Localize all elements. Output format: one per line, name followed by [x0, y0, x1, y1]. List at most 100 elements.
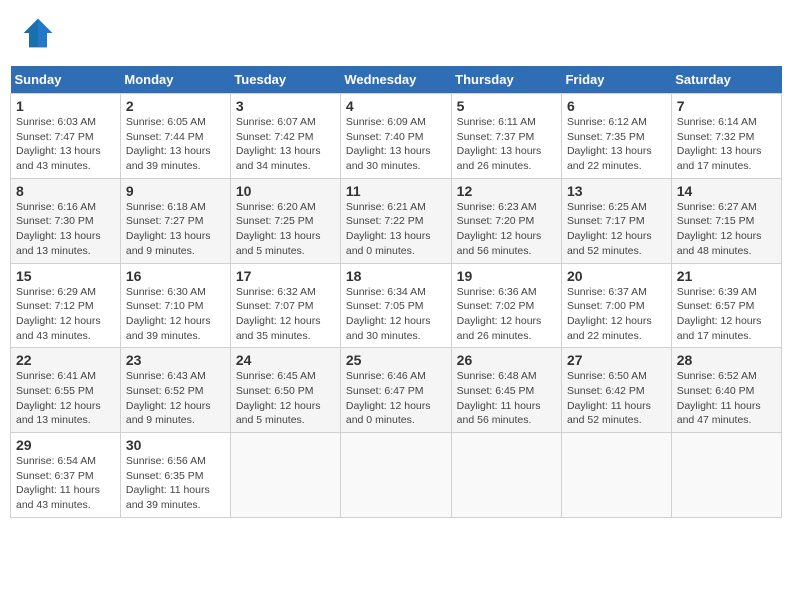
day-number: 1 — [16, 98, 115, 114]
day-number: 4 — [346, 98, 446, 114]
calendar-cell: 9Sunrise: 6:18 AMSunset: 7:27 PMDaylight… — [120, 178, 230, 263]
calendar-cell: 12Sunrise: 6:23 AMSunset: 7:20 PMDayligh… — [451, 178, 561, 263]
day-info: Sunrise: 6:46 AMSunset: 6:47 PMDaylight:… — [346, 369, 446, 428]
calendar-week-5: 29Sunrise: 6:54 AMSunset: 6:37 PMDayligh… — [11, 433, 782, 518]
calendar-cell — [451, 433, 561, 518]
day-info: Sunrise: 6:56 AMSunset: 6:35 PMDaylight:… — [126, 454, 225, 513]
day-number: 23 — [126, 352, 225, 368]
day-number: 20 — [567, 268, 666, 284]
day-number: 12 — [457, 183, 556, 199]
day-info: Sunrise: 6:05 AMSunset: 7:44 PMDaylight:… — [126, 115, 225, 174]
day-number: 2 — [126, 98, 225, 114]
day-info: Sunrise: 6:43 AMSunset: 6:52 PMDaylight:… — [126, 369, 225, 428]
day-number: 3 — [236, 98, 335, 114]
calendar-cell: 18Sunrise: 6:34 AMSunset: 7:05 PMDayligh… — [340, 263, 451, 348]
header-wednesday: Wednesday — [340, 66, 451, 94]
calendar-cell: 1Sunrise: 6:03 AMSunset: 7:47 PMDaylight… — [11, 94, 121, 179]
day-number: 22 — [16, 352, 115, 368]
day-number: 15 — [16, 268, 115, 284]
day-number: 27 — [567, 352, 666, 368]
calendar-cell: 5Sunrise: 6:11 AMSunset: 7:37 PMDaylight… — [451, 94, 561, 179]
calendar-cell: 23Sunrise: 6:43 AMSunset: 6:52 PMDayligh… — [120, 348, 230, 433]
header-thursday: Thursday — [451, 66, 561, 94]
day-info: Sunrise: 6:29 AMSunset: 7:12 PMDaylight:… — [16, 285, 115, 344]
calendar-cell: 3Sunrise: 6:07 AMSunset: 7:42 PMDaylight… — [230, 94, 340, 179]
day-info: Sunrise: 6:34 AMSunset: 7:05 PMDaylight:… — [346, 285, 446, 344]
day-number: 19 — [457, 268, 556, 284]
day-info: Sunrise: 6:27 AMSunset: 7:15 PMDaylight:… — [677, 200, 776, 259]
calendar-week-4: 22Sunrise: 6:41 AMSunset: 6:55 PMDayligh… — [11, 348, 782, 433]
calendar-week-3: 15Sunrise: 6:29 AMSunset: 7:12 PMDayligh… — [11, 263, 782, 348]
day-number: 7 — [677, 98, 776, 114]
calendar-cell: 20Sunrise: 6:37 AMSunset: 7:00 PMDayligh… — [561, 263, 671, 348]
calendar-cell: 2Sunrise: 6:05 AMSunset: 7:44 PMDaylight… — [120, 94, 230, 179]
day-number: 5 — [457, 98, 556, 114]
calendar-cell: 25Sunrise: 6:46 AMSunset: 6:47 PMDayligh… — [340, 348, 451, 433]
calendar-cell: 30Sunrise: 6:56 AMSunset: 6:35 PMDayligh… — [120, 433, 230, 518]
day-info: Sunrise: 6:12 AMSunset: 7:35 PMDaylight:… — [567, 115, 666, 174]
calendar-cell: 17Sunrise: 6:32 AMSunset: 7:07 PMDayligh… — [230, 263, 340, 348]
calendar-cell: 28Sunrise: 6:52 AMSunset: 6:40 PMDayligh… — [671, 348, 781, 433]
calendar-cell: 15Sunrise: 6:29 AMSunset: 7:12 PMDayligh… — [11, 263, 121, 348]
calendar-cell: 26Sunrise: 6:48 AMSunset: 6:45 PMDayligh… — [451, 348, 561, 433]
calendar-cell — [230, 433, 340, 518]
calendar-cell: 7Sunrise: 6:14 AMSunset: 7:32 PMDaylight… — [671, 94, 781, 179]
calendar-header-row: SundayMondayTuesdayWednesdayThursdayFrid… — [11, 66, 782, 94]
calendar-cell — [561, 433, 671, 518]
day-number: 24 — [236, 352, 335, 368]
day-number: 18 — [346, 268, 446, 284]
day-info: Sunrise: 6:36 AMSunset: 7:02 PMDaylight:… — [457, 285, 556, 344]
day-info: Sunrise: 6:25 AMSunset: 7:17 PMDaylight:… — [567, 200, 666, 259]
day-info: Sunrise: 6:16 AMSunset: 7:30 PMDaylight:… — [16, 200, 115, 259]
day-number: 8 — [16, 183, 115, 199]
day-info: Sunrise: 6:54 AMSunset: 6:37 PMDaylight:… — [16, 454, 115, 513]
calendar-cell: 6Sunrise: 6:12 AMSunset: 7:35 PMDaylight… — [561, 94, 671, 179]
day-info: Sunrise: 6:32 AMSunset: 7:07 PMDaylight:… — [236, 285, 335, 344]
day-info: Sunrise: 6:30 AMSunset: 7:10 PMDaylight:… — [126, 285, 225, 344]
day-number: 17 — [236, 268, 335, 284]
day-info: Sunrise: 6:14 AMSunset: 7:32 PMDaylight:… — [677, 115, 776, 174]
day-info: Sunrise: 6:11 AMSunset: 7:37 PMDaylight:… — [457, 115, 556, 174]
day-number: 9 — [126, 183, 225, 199]
logo-icon — [20, 15, 56, 51]
calendar-week-1: 1Sunrise: 6:03 AMSunset: 7:47 PMDaylight… — [11, 94, 782, 179]
day-number: 29 — [16, 437, 115, 453]
day-number: 16 — [126, 268, 225, 284]
calendar-cell: 10Sunrise: 6:20 AMSunset: 7:25 PMDayligh… — [230, 178, 340, 263]
day-info: Sunrise: 6:23 AMSunset: 7:20 PMDaylight:… — [457, 200, 556, 259]
day-number: 10 — [236, 183, 335, 199]
day-info: Sunrise: 6:07 AMSunset: 7:42 PMDaylight:… — [236, 115, 335, 174]
calendar-cell: 22Sunrise: 6:41 AMSunset: 6:55 PMDayligh… — [11, 348, 121, 433]
header-friday: Friday — [561, 66, 671, 94]
day-number: 26 — [457, 352, 556, 368]
day-info: Sunrise: 6:20 AMSunset: 7:25 PMDaylight:… — [236, 200, 335, 259]
day-info: Sunrise: 6:18 AMSunset: 7:27 PMDaylight:… — [126, 200, 225, 259]
day-info: Sunrise: 6:45 AMSunset: 6:50 PMDaylight:… — [236, 369, 335, 428]
calendar-cell: 16Sunrise: 6:30 AMSunset: 7:10 PMDayligh… — [120, 263, 230, 348]
calendar-cell: 14Sunrise: 6:27 AMSunset: 7:15 PMDayligh… — [671, 178, 781, 263]
page-header — [10, 10, 782, 56]
day-info: Sunrise: 6:09 AMSunset: 7:40 PMDaylight:… — [346, 115, 446, 174]
day-number: 28 — [677, 352, 776, 368]
calendar-cell: 27Sunrise: 6:50 AMSunset: 6:42 PMDayligh… — [561, 348, 671, 433]
day-number: 30 — [126, 437, 225, 453]
header-tuesday: Tuesday — [230, 66, 340, 94]
day-number: 21 — [677, 268, 776, 284]
day-info: Sunrise: 6:37 AMSunset: 7:00 PMDaylight:… — [567, 285, 666, 344]
day-number: 6 — [567, 98, 666, 114]
calendar-cell: 8Sunrise: 6:16 AMSunset: 7:30 PMDaylight… — [11, 178, 121, 263]
calendar-cell: 4Sunrise: 6:09 AMSunset: 7:40 PMDaylight… — [340, 94, 451, 179]
calendar-cell: 29Sunrise: 6:54 AMSunset: 6:37 PMDayligh… — [11, 433, 121, 518]
day-info: Sunrise: 6:50 AMSunset: 6:42 PMDaylight:… — [567, 369, 666, 428]
calendar-cell: 19Sunrise: 6:36 AMSunset: 7:02 PMDayligh… — [451, 263, 561, 348]
header-sunday: Sunday — [11, 66, 121, 94]
day-number: 13 — [567, 183, 666, 199]
logo — [20, 15, 60, 51]
calendar-cell — [671, 433, 781, 518]
calendar-cell — [340, 433, 451, 518]
calendar-cell: 13Sunrise: 6:25 AMSunset: 7:17 PMDayligh… — [561, 178, 671, 263]
day-info: Sunrise: 6:03 AMSunset: 7:47 PMDaylight:… — [16, 115, 115, 174]
day-info: Sunrise: 6:52 AMSunset: 6:40 PMDaylight:… — [677, 369, 776, 428]
day-info: Sunrise: 6:41 AMSunset: 6:55 PMDaylight:… — [16, 369, 115, 428]
calendar-week-2: 8Sunrise: 6:16 AMSunset: 7:30 PMDaylight… — [11, 178, 782, 263]
